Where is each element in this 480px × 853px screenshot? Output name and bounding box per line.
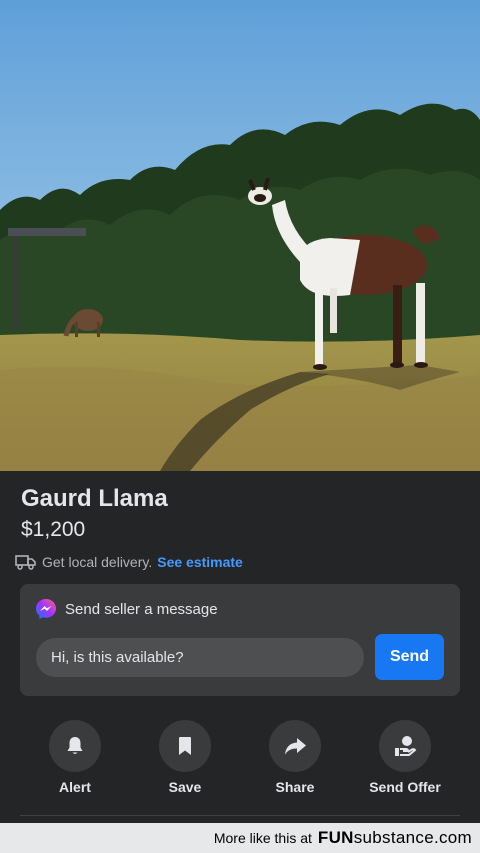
message-header-text: Send seller a message bbox=[65, 600, 218, 618]
alert-action[interactable]: Alert bbox=[30, 720, 120, 795]
brand-tld: .com bbox=[433, 828, 472, 847]
alert-label: Alert bbox=[59, 779, 91, 795]
delivery-row: Get local delivery. See estimate bbox=[15, 552, 243, 572]
watermark-text: More like this at bbox=[213, 830, 312, 846]
share-button[interactable] bbox=[269, 720, 321, 772]
send-offer-button[interactable] bbox=[379, 720, 431, 772]
truck-icon bbox=[15, 554, 37, 570]
watermark-footer: More like this at FUNsubstance.com bbox=[0, 823, 480, 853]
share-arrow-icon bbox=[285, 738, 306, 755]
send-button[interactable]: Send bbox=[375, 634, 444, 680]
divider bbox=[20, 815, 460, 816]
watermark-brand: FUNsubstance.com bbox=[318, 828, 472, 848]
see-estimate-link[interactable]: See estimate bbox=[157, 554, 243, 570]
listing-price: $1,200 bbox=[21, 518, 86, 541]
bell-icon bbox=[67, 737, 83, 754]
share-action[interactable]: Share bbox=[250, 720, 340, 795]
listing-title: Gaurd Llama bbox=[21, 485, 168, 512]
save-label: Save bbox=[168, 779, 202, 795]
alert-button[interactable] bbox=[49, 720, 101, 772]
messenger-icon bbox=[35, 598, 57, 620]
llama-photo-illustration bbox=[0, 0, 480, 471]
brand-rest: substance bbox=[353, 828, 434, 847]
save-button[interactable] bbox=[159, 720, 211, 772]
offer-hand-icon bbox=[395, 736, 417, 756]
brand-bold: FUN bbox=[317, 828, 354, 847]
message-input[interactable] bbox=[36, 638, 364, 677]
message-header: Send seller a message bbox=[35, 598, 218, 620]
delivery-text: Get local delivery. bbox=[42, 554, 153, 570]
message-seller-card: Send seller a message Send bbox=[20, 584, 460, 696]
send-offer-action[interactable]: Send Offer bbox=[360, 720, 450, 795]
bookmark-icon bbox=[179, 737, 191, 755]
share-label: Share bbox=[275, 779, 315, 795]
listing-photo[interactable] bbox=[0, 0, 480, 471]
send-offer-label: Send Offer bbox=[369, 779, 441, 795]
save-action[interactable]: Save bbox=[140, 720, 230, 795]
